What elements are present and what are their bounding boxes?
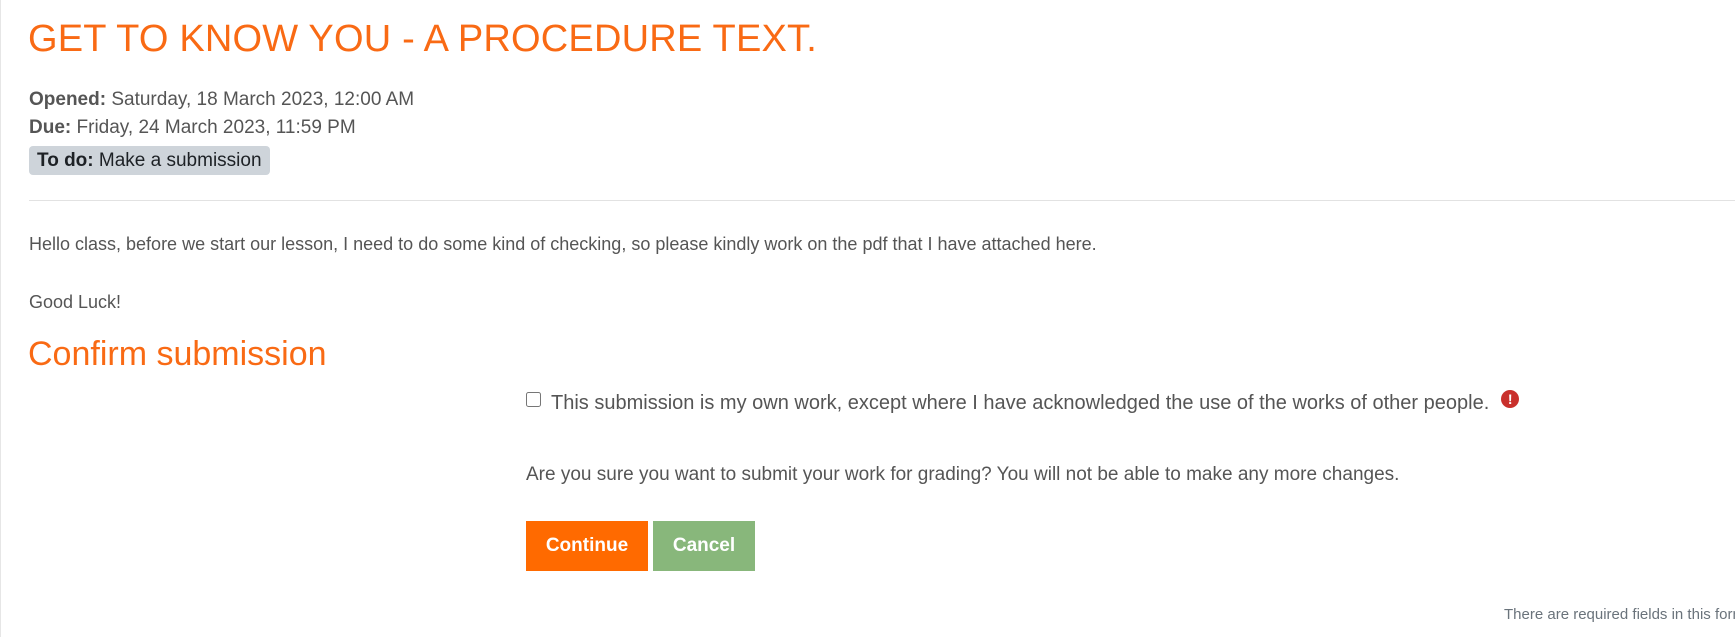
todo-status-badge: To do: Make a submission <box>29 146 270 175</box>
confirm-submission-heading: Confirm submission <box>28 335 327 373</box>
due-label: Due: <box>29 117 72 138</box>
assignment-closing-text: Good Luck! <box>29 292 122 312</box>
assignment-description: Hello class, before we start our lesson,… <box>29 234 1097 254</box>
assignment-page: GET TO KNOW YOU - A PROCEDURE TEXT. Open… <box>0 0 1735 637</box>
opened-label: Opened: <box>29 89 107 110</box>
continue-button[interactable]: Continue <box>526 521 648 571</box>
submission-statement-checkbox[interactable] <box>526 392 541 407</box>
confirm-question: Are you sure you want to submit your wor… <box>526 464 1400 485</box>
opened-value: Saturday, 18 March 2023, 12:00 AM <box>111 89 415 110</box>
page-title: GET TO KNOW YOU - A PROCEDURE TEXT. <box>28 18 817 60</box>
todo-value: Make a submission <box>98 150 262 171</box>
exclamation-circle-icon: ! <box>1501 390 1520 408</box>
submission-statement-label[interactable]: This submission is my own work, except w… <box>551 388 1489 418</box>
cancel-button[interactable]: Cancel <box>653 521 755 571</box>
todo-label: To do: <box>37 150 94 171</box>
assignment-dates: Opened: Saturday, 18 March 2023, 12:00 A… <box>29 86 414 142</box>
submission-statement-row: This submission is my own work, except w… <box>526 388 1520 418</box>
opened-date-row: Opened: Saturday, 18 March 2023, 12:00 A… <box>29 86 414 114</box>
section-divider <box>29 200 1735 201</box>
required-fields-note: There are required fields in this form <box>1504 606 1735 623</box>
due-value: Friday, 24 March 2023, 11:59 PM <box>76 117 356 138</box>
due-date-row: Due: Friday, 24 March 2023, 11:59 PM <box>29 114 414 142</box>
